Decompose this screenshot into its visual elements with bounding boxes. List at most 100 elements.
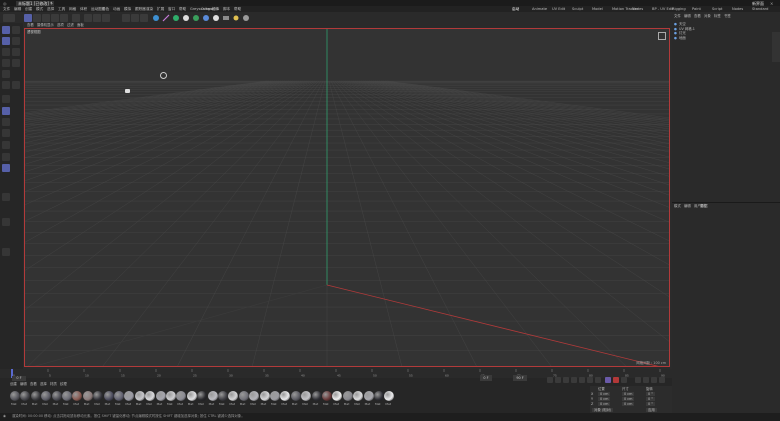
coords-value-field[interactable]: 0 cm [598, 397, 611, 401]
material-swatch[interactable] [186, 391, 197, 401]
coords-value-field[interactable]: 0 ° [646, 392, 655, 396]
material-swatch[interactable] [228, 391, 239, 401]
axis-workplane-button[interactable] [2, 107, 10, 115]
coords-value-field[interactable]: 0 cm [598, 402, 611, 406]
pen-icon[interactable] [162, 14, 170, 22]
attributes-menu-item[interactable]: 编辑 [684, 204, 691, 208]
document-tab[interactable]: 未标题1 [已修改] * [16, 0, 55, 6]
material-swatch[interactable] [259, 391, 270, 401]
solo-button[interactable] [2, 70, 10, 78]
menu-item[interactable]: 脚本 [223, 7, 230, 12]
material-swatch[interactable] [301, 391, 312, 401]
menu-item[interactable]: 渲染 [146, 7, 153, 12]
material-swatch[interactable] [134, 391, 145, 401]
menu-item[interactable]: 体积 [80, 7, 87, 12]
axis-z-button[interactable] [102, 13, 110, 22]
material-swatch[interactable] [124, 391, 135, 401]
axis-x-button[interactable] [84, 13, 92, 22]
current-frame-field[interactable]: 0 F [480, 375, 492, 381]
workspace-tab[interactable]: Rigging [672, 7, 686, 12]
cube-icon[interactable] [152, 14, 160, 22]
play-button[interactable] [571, 376, 577, 383]
material-swatch[interactable] [374, 391, 384, 401]
coords-value-field[interactable]: 0 ° [646, 397, 655, 401]
material-swatch[interactable] [114, 391, 124, 401]
menu-item[interactable]: 选择 [47, 7, 54, 12]
object-manager-menu-item[interactable]: 书签 [724, 14, 731, 18]
material-swatch[interactable] [51, 391, 62, 401]
workspace-tab[interactable]: Animate [532, 7, 547, 12]
polygons-mode-button[interactable] [2, 48, 10, 56]
prev-key-button[interactable] [555, 376, 561, 383]
object-manager-menu-item[interactable]: 文件 [674, 14, 681, 18]
subdivision-icon[interactable] [172, 14, 180, 22]
material-swatch[interactable] [62, 391, 72, 401]
menu-item[interactable]: 插件 [212, 7, 219, 12]
material-swatch[interactable] [155, 391, 166, 401]
axis-y-button[interactable] [93, 13, 101, 22]
material-swatch[interactable] [93, 391, 104, 401]
points-mode-button[interactable] [2, 37, 10, 45]
menu-item[interactable]: 网格 [69, 7, 76, 12]
snap-settings-button[interactable] [12, 81, 20, 89]
goto-start-button[interactable] [547, 376, 553, 383]
next-key-button[interactable] [587, 376, 593, 383]
material-swatch[interactable] [20, 391, 31, 401]
coords-value-field[interactable]: 0 cm [622, 397, 635, 401]
lock-workplane-button[interactable] [2, 118, 10, 126]
material-swatch[interactable] [82, 391, 93, 401]
select-tool-button[interactable] [24, 13, 32, 22]
shader-icon[interactable] [242, 14, 250, 22]
material-swatch[interactable] [176, 391, 187, 401]
menu-item[interactable]: 帮助 [234, 7, 241, 12]
object-manager-menu-item[interactable]: 编辑 [684, 14, 691, 18]
apply-button[interactable]: 应用 [646, 408, 657, 412]
menu-item[interactable]: 帮助 [179, 7, 186, 12]
scale-key-button[interactable] [643, 376, 649, 383]
material-swatch[interactable] [10, 391, 20, 401]
menu-item[interactable]: 动画 [113, 7, 120, 12]
autokey-button[interactable] [613, 376, 619, 383]
object-manager-menu-item[interactable]: 对象 [704, 14, 711, 18]
light-object-icon[interactable] [125, 89, 130, 93]
key-selection-button[interactable] [621, 376, 627, 383]
extrude-icon[interactable] [182, 14, 190, 22]
goto-end-button[interactable] [595, 376, 601, 383]
perspective-viewport[interactable]: 透视视图 网格间距 : 100 cm [24, 28, 670, 367]
param-key-button[interactable] [659, 376, 665, 383]
last-tool-button[interactable] [60, 13, 68, 22]
material-swatch[interactable] [384, 391, 395, 401]
undo-button[interactable] [3, 13, 15, 22]
material-swatch[interactable] [72, 391, 83, 401]
material-swatch[interactable] [311, 391, 322, 401]
material-swatch[interactable] [207, 391, 218, 401]
brush-tool-button[interactable] [2, 248, 10, 256]
uv-mode-button[interactable] [12, 48, 20, 56]
coords-value-field[interactable]: 0 cm [622, 402, 635, 406]
close-icon[interactable]: × [770, 1, 773, 6]
object-manager-menu-item[interactable]: 查看 [694, 14, 701, 18]
record-keys-button[interactable] [605, 376, 611, 383]
workspace-tab[interactable]: Script [712, 7, 722, 12]
material-swatch[interactable] [197, 391, 208, 401]
workspace-tab[interactable]: Standard [752, 7, 768, 12]
menu-item[interactable]: 模拟 [124, 7, 131, 12]
material-swatch[interactable] [280, 391, 291, 401]
workspace-tab[interactable]: UV Edit [552, 7, 565, 12]
menu-item[interactable]: 跟踪器 [135, 7, 146, 12]
next-frame-button[interactable] [579, 376, 585, 383]
object-row[interactable]: ● 灯光 [674, 31, 714, 35]
material-swatch[interactable] [145, 391, 156, 401]
workspace-tab[interactable]: Nodes [632, 7, 643, 12]
viewport-layout-button[interactable] [2, 164, 10, 172]
material-swatch[interactable] [290, 391, 301, 401]
material-swatch[interactable] [332, 391, 343, 401]
cloner-icon[interactable] [192, 14, 200, 22]
new-tab-plus-icon[interactable]: + [50, 1, 53, 6]
axis-mode-button[interactable] [2, 59, 10, 67]
coords-value-field[interactable]: 0 cm [622, 392, 635, 396]
coords-value-field[interactable]: 0 ° [646, 402, 655, 406]
rotation-key-button[interactable] [651, 376, 657, 383]
material-swatch[interactable] [353, 391, 364, 401]
scene-icon[interactable] [212, 14, 220, 22]
